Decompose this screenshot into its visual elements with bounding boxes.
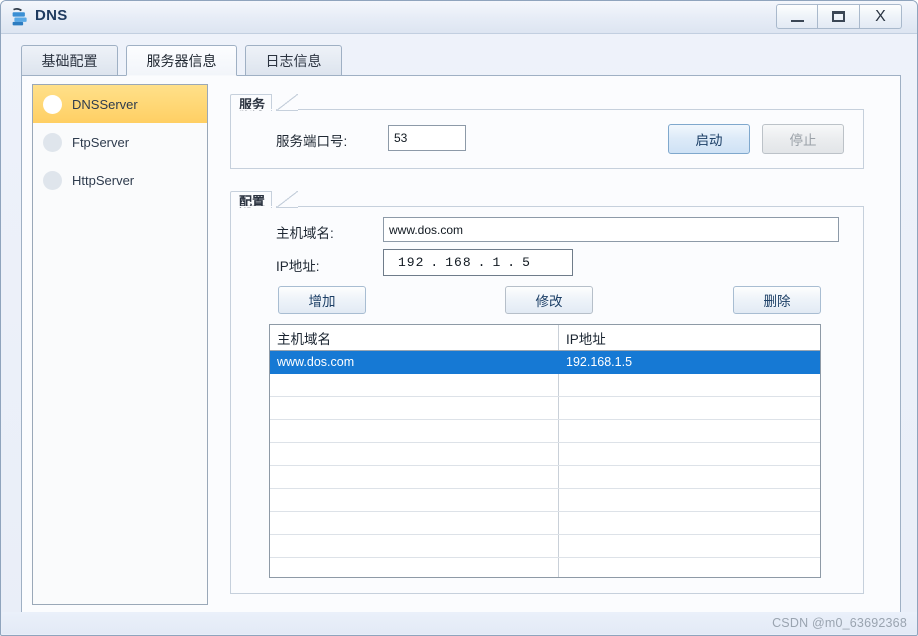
delete-button-label: 删除 [764, 290, 791, 310]
minimize-button[interactable] [776, 4, 818, 29]
config-groupbox: 配置 主机域名: www.dos.com IP地址: 192 . 168 . 1… [230, 206, 864, 594]
maximize-button[interactable] [818, 4, 860, 29]
ip-octet-4: 5 [522, 255, 531, 270]
table-row[interactable] [270, 466, 820, 489]
groupbox-title-cover [231, 109, 276, 110]
table-row[interactable] [270, 397, 820, 420]
start-button-label: 启动 [696, 129, 723, 149]
column-header-ip: IP地址 [559, 325, 820, 350]
window-title: DNS [35, 7, 68, 24]
cell-ip [559, 374, 820, 396]
sidebar-item-dnsserver[interactable]: DNSServer [33, 85, 207, 123]
server-list[interactable]: DNSServer FtpServer HttpServer [32, 84, 208, 605]
cell-ip [559, 512, 820, 534]
ip-octet-2: 168 [445, 255, 471, 270]
close-button[interactable]: X [860, 4, 902, 29]
table-row[interactable] [270, 558, 820, 578]
host-domain-value: www.dos.com [389, 223, 463, 237]
service-port-value: 53 [394, 131, 407, 145]
watermark-text: CSDN @m0_63692368 [772, 616, 907, 630]
start-button[interactable]: 启动 [668, 124, 750, 154]
cell-ip [559, 420, 820, 442]
table-header-row: 主机域名 IP地址 [270, 325, 820, 351]
application-window: DNS X 基础配置 服务器信息 日志信息 DNSServer [0, 0, 918, 636]
cell-ip [559, 489, 820, 511]
ip-address-input[interactable]: 192 . 168 . 1 . 5 [383, 249, 573, 276]
title-bar: DNS X [1, 1, 918, 34]
groupbox-slope [276, 191, 298, 208]
cell-domain [270, 558, 559, 578]
table-row[interactable] [270, 489, 820, 512]
ip-separator: . [424, 255, 445, 270]
tab-label: 服务器信息 [147, 51, 217, 71]
sidebar-item-ftpserver[interactable]: FtpServer [33, 123, 207, 161]
cell-domain: www.dos.com [270, 351, 559, 373]
tab-basic-config[interactable]: 基础配置 [21, 45, 118, 76]
delete-button[interactable]: 删除 [733, 286, 821, 314]
table-row[interactable] [270, 535, 820, 558]
sidebar-item-label: HttpServer [72, 173, 134, 188]
cell-domain [270, 466, 559, 488]
tab-server-info[interactable]: 服务器信息 [126, 45, 237, 76]
tab-label: 日志信息 [266, 51, 322, 71]
service-port-label: 服务端口号: [276, 130, 347, 150]
cell-domain [270, 397, 559, 419]
cell-ip: 192.168.1.5 [559, 351, 820, 373]
table-row[interactable] [270, 374, 820, 397]
host-domain-input[interactable]: www.dos.com [383, 217, 839, 242]
status-circle-icon [43, 95, 62, 114]
cell-ip [559, 397, 820, 419]
ip-octet-3: 1 [492, 255, 501, 270]
cell-ip [559, 535, 820, 557]
stop-button[interactable]: 停止 [762, 124, 844, 154]
host-domain-label: 主机域名: [276, 222, 334, 242]
cell-domain [270, 443, 559, 465]
column-header-domain: 主机域名 [270, 325, 559, 350]
cell-domain [270, 374, 559, 396]
sidebar-item-label: DNSServer [72, 97, 138, 112]
sidebar-empty-area [33, 199, 207, 605]
maximize-icon [832, 11, 845, 22]
stop-button-label: 停止 [790, 129, 817, 149]
cell-ip [559, 443, 820, 465]
tab-label: 基础配置 [42, 51, 98, 71]
cell-domain [270, 535, 559, 557]
table-row[interactable] [270, 420, 820, 443]
dns-app-icon [10, 7, 31, 28]
status-circle-icon [43, 133, 62, 152]
modify-button-label: 修改 [536, 290, 563, 310]
cell-ip [559, 558, 820, 578]
modify-button[interactable]: 修改 [505, 286, 593, 314]
cell-ip [559, 466, 820, 488]
tab-log-info[interactable]: 日志信息 [245, 45, 342, 76]
groupbox-title-cover [231, 206, 276, 207]
cell-domain [270, 489, 559, 511]
add-button-label: 增加 [309, 290, 336, 310]
close-icon: X [875, 9, 886, 25]
tab-strip: 基础配置 服务器信息 日志信息 [21, 45, 901, 76]
sidebar-item-label: FtpServer [72, 135, 129, 150]
minimize-icon [791, 20, 804, 22]
service-port-input[interactable]: 53 [388, 125, 466, 151]
table-empty-rows [270, 374, 820, 578]
add-button[interactable]: 增加 [278, 286, 366, 314]
groupbox-slope [276, 94, 298, 111]
status-circle-icon [43, 171, 62, 190]
tab-content-panel: DNSServer FtpServer HttpServer 服务 服务端口号:… [21, 75, 901, 613]
ip-octet-1: 192 [398, 255, 424, 270]
cell-domain [270, 512, 559, 534]
service-groupbox: 服务 服务端口号: 53 启动 停止 [230, 109, 864, 169]
cell-domain [270, 420, 559, 442]
table-row[interactable] [270, 443, 820, 466]
ip-separator: . [472, 255, 493, 270]
table-row[interactable] [270, 512, 820, 535]
ip-address-label: IP地址: [276, 255, 320, 275]
table-row[interactable]: www.dos.com 192.168.1.5 [270, 351, 820, 374]
dns-records-table[interactable]: 主机域名 IP地址 www.dos.com 192.168.1.5 [269, 324, 821, 578]
sidebar-item-httpserver[interactable]: HttpServer [33, 161, 207, 199]
ip-separator: . [501, 255, 522, 270]
